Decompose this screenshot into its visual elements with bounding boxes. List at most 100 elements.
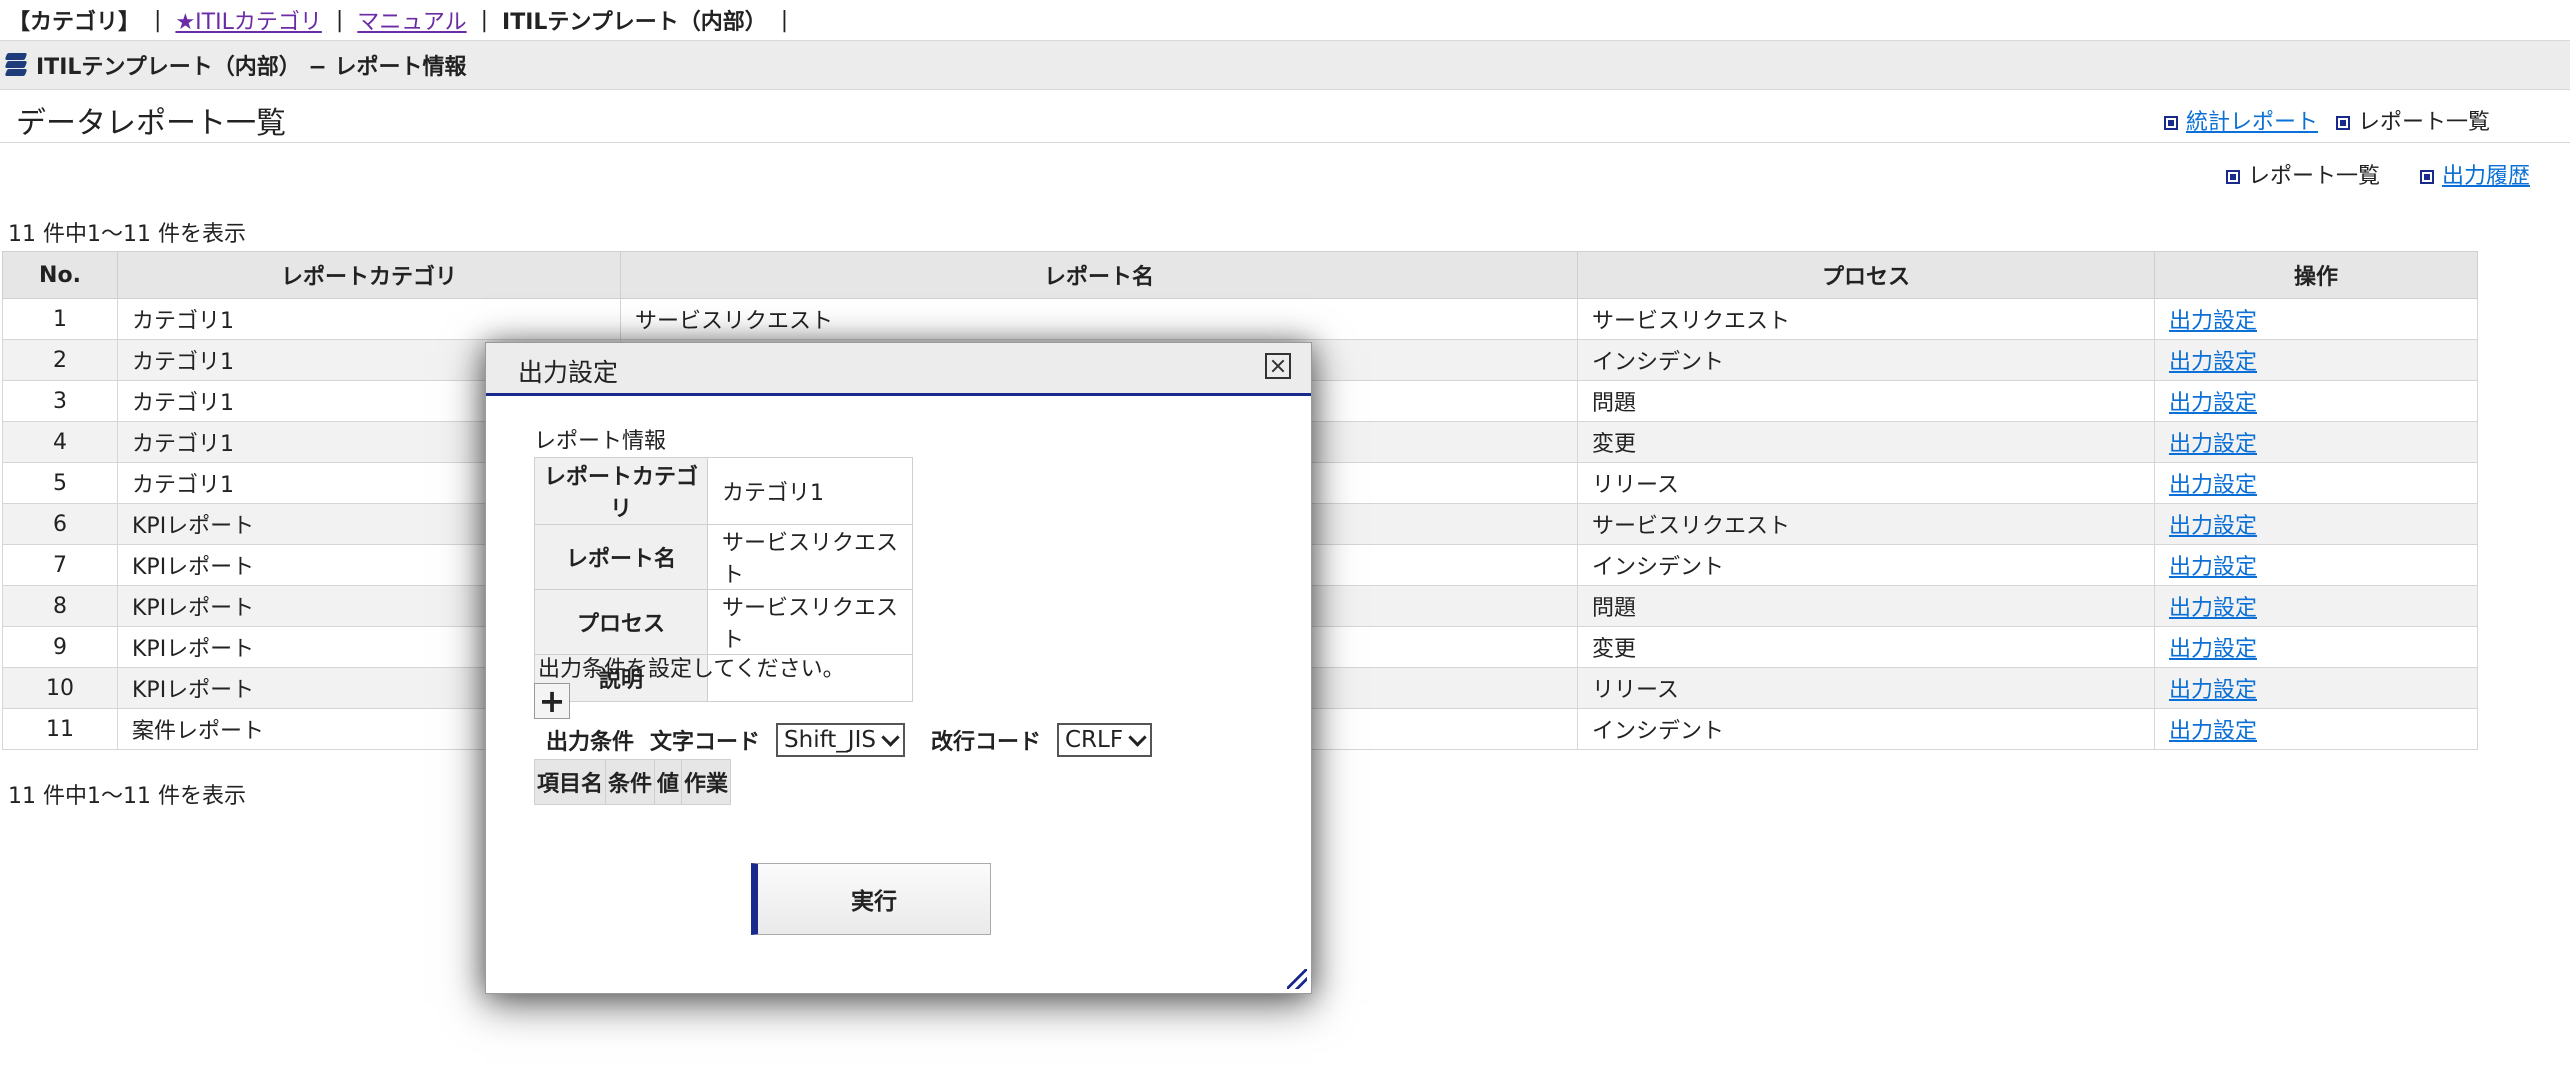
row-number-cell: 7 bbox=[2, 544, 118, 586]
info-label: レポートカテゴリ bbox=[534, 457, 708, 525]
output-settings-link[interactable]: 出力設定 bbox=[2169, 719, 2257, 744]
report-info-heading: レポート情報 bbox=[534, 429, 667, 454]
nav-separator: | bbox=[780, 7, 789, 33]
result-count-bottom: 11 件中1〜11 件を表示 bbox=[8, 784, 246, 809]
row-number: 2 bbox=[53, 347, 67, 373]
row-number-cell: 1 bbox=[2, 298, 118, 340]
output-options: 出力条件 文字コード Shift_JIS 改行コード CRLF bbox=[546, 723, 1153, 757]
nav-itil-category-link[interactable]: ★ITILカテゴリ bbox=[175, 4, 321, 36]
row-number-cell: 11 bbox=[2, 708, 118, 750]
output-settings-link[interactable]: 出力設定 bbox=[2169, 391, 2257, 416]
layers-icon bbox=[4, 53, 30, 77]
row-number: 5 bbox=[53, 470, 67, 496]
cond-header-value: 値 bbox=[654, 759, 683, 805]
nav-separator: | bbox=[480, 7, 489, 33]
close-icon[interactable] bbox=[1265, 353, 1291, 379]
row-category: KPIレポート bbox=[132, 514, 255, 539]
row-process-cell: リリース bbox=[1577, 667, 2155, 709]
newline-label: 改行コード bbox=[930, 730, 1041, 755]
row-process-cell: リリース bbox=[1577, 462, 2155, 504]
info-label: プロセス bbox=[534, 589, 708, 655]
output-settings-link[interactable]: 出力設定 bbox=[2169, 596, 2257, 621]
output-settings-link-cell: 出力設定 bbox=[2154, 585, 2478, 627]
info-value: サービスリクエスト bbox=[707, 524, 913, 590]
output-settings-link-cell: 出力設定 bbox=[2154, 421, 2478, 463]
charcode-select[interactable]: Shift_JIS bbox=[776, 723, 905, 757]
row-number-cell: 8 bbox=[2, 585, 118, 627]
row-number: 3 bbox=[53, 388, 67, 414]
row-category: KPIレポート bbox=[132, 555, 255, 580]
nav-separator: | bbox=[154, 7, 162, 33]
output-settings-link[interactable]: 出力設定 bbox=[2169, 309, 2257, 334]
row-category: カテゴリ1 bbox=[132, 350, 234, 375]
row-process-cell: インシデント bbox=[1577, 708, 2155, 750]
info-row: レポートカテゴリ カテゴリ1 bbox=[534, 457, 913, 525]
sub-links: レポート一覧 出力履歴 bbox=[2225, 158, 2530, 190]
output-settings-link[interactable]: 出力設定 bbox=[2169, 555, 2257, 580]
newline-value: CRLF bbox=[1065, 727, 1124, 753]
row-category: 案件レポート bbox=[132, 719, 265, 744]
stats-report-label[interactable]: 統計レポート bbox=[2186, 110, 2318, 135]
row-number: 7 bbox=[53, 552, 67, 578]
output-settings-link[interactable]: 出力設定 bbox=[2169, 473, 2257, 498]
col-header-category: レポートカテゴリ bbox=[117, 251, 621, 299]
row-process-cell: インシデント bbox=[1577, 544, 2155, 586]
condition-table: 項目名 条件 値 作業 bbox=[533, 759, 732, 805]
row-report-name-cell: サービスリクエスト bbox=[620, 298, 1578, 340]
row-number: 6 bbox=[53, 511, 67, 537]
row-number: 8 bbox=[53, 593, 67, 619]
row-process-cell: インシデント bbox=[1577, 339, 2155, 381]
output-settings-link[interactable]: 出力設定 bbox=[2169, 678, 2257, 703]
output-settings-link[interactable]: 出力設定 bbox=[2169, 514, 2257, 539]
row-report-name: サービスリクエスト bbox=[635, 309, 834, 334]
row-category-cell: カテゴリ1 bbox=[117, 298, 621, 340]
nav-manual-link[interactable]: マニュアル bbox=[357, 4, 466, 36]
result-count-top: 11 件中1〜11 件を表示 bbox=[8, 222, 246, 247]
row-process: 問題 bbox=[1592, 596, 1637, 621]
output-history-label[interactable]: 出力履歴 bbox=[2442, 164, 2530, 189]
stats-report-link[interactable]: 統計レポート bbox=[2163, 104, 2318, 136]
output-settings-link[interactable]: 出力設定 bbox=[2169, 350, 2257, 375]
row-number-cell: 2 bbox=[2, 339, 118, 381]
resize-grip-icon[interactable] bbox=[1287, 969, 1307, 989]
charcode-value: Shift_JIS bbox=[784, 727, 876, 753]
cond-header-condition: 条件 bbox=[605, 759, 656, 805]
sub-report-list: レポート一覧 bbox=[2225, 158, 2380, 190]
output-settings-link[interactable]: 出力設定 bbox=[2169, 637, 2257, 662]
output-settings-link[interactable]: 出力設定 bbox=[2169, 432, 2257, 457]
row-number-cell: 6 bbox=[2, 503, 118, 545]
run-button[interactable]: 実行 bbox=[751, 863, 991, 935]
row-number-cell: 10 bbox=[2, 667, 118, 709]
bullet-icon bbox=[2225, 170, 2240, 184]
row-process: リリース bbox=[1592, 473, 1679, 498]
add-condition-button[interactable]: + bbox=[534, 683, 570, 719]
info-row: プロセス サービスリクエスト bbox=[534, 589, 913, 655]
row-process-cell: サービスリクエスト bbox=[1577, 503, 2155, 545]
page-header: データレポート一覧 統計レポート レポート一覧 bbox=[0, 90, 2570, 143]
row-process-cell: 問題 bbox=[1577, 380, 2155, 422]
row-process-cell: 変更 bbox=[1577, 421, 2155, 463]
info-label: レポート名 bbox=[534, 524, 708, 590]
row-number-cell: 5 bbox=[2, 462, 118, 504]
nav-category[interactable]: 【カテゴリ】 bbox=[8, 4, 140, 36]
row-process: サービスリクエスト bbox=[1592, 309, 1791, 334]
row-category: KPIレポート bbox=[132, 637, 255, 662]
bullet-icon bbox=[2335, 116, 2350, 130]
cond-header-work: 作業 bbox=[681, 759, 732, 805]
row-process: インシデント bbox=[1592, 350, 1725, 375]
row-category: カテゴリ1 bbox=[132, 432, 234, 457]
row-category: カテゴリ1 bbox=[132, 473, 234, 498]
row-number-cell: 3 bbox=[2, 380, 118, 422]
section-title-bar: ITILテンプレート（内部） − レポート情報 bbox=[0, 40, 2570, 90]
row-number: 1 bbox=[53, 306, 67, 332]
newline-select[interactable]: CRLF bbox=[1057, 723, 1153, 757]
row-process: インシデント bbox=[1592, 719, 1725, 744]
bullet-icon bbox=[2419, 170, 2434, 184]
output-history-link[interactable]: 出力履歴 bbox=[2419, 158, 2530, 190]
row-process-cell: 問題 bbox=[1577, 585, 2155, 627]
row-number-cell: 9 bbox=[2, 626, 118, 668]
dialog-header: 出力設定 bbox=[486, 343, 1311, 396]
section-title: ITILテンプレート（内部） − レポート情報 bbox=[36, 55, 467, 80]
bullet-icon bbox=[2163, 116, 2178, 130]
nav-template: ITILテンプレート（内部） bbox=[502, 10, 767, 35]
